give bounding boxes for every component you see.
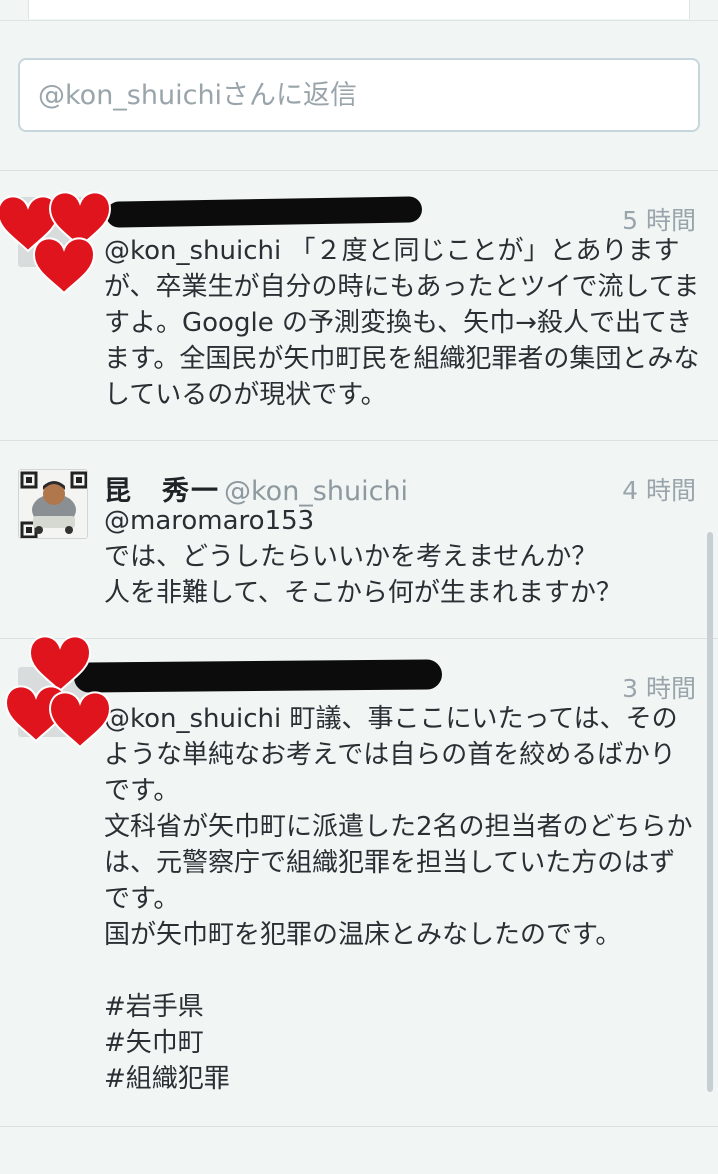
- redaction-mark: [105, 196, 423, 228]
- tweet[interactable]: 昆 秀一 @kon_shuichi 4 時間 @maromaro153 では、どう…: [0, 441, 718, 637]
- timestamp[interactable]: 4 時間: [622, 471, 696, 507]
- timestamp[interactable]: 5 時間: [622, 201, 696, 237]
- tweet-text: @kon_shuichi 町議、事ここにいたっては、そのような単純なお考えでは自…: [104, 704, 693, 1094]
- tweet[interactable]: 3 時間 @kon_shuichi 町議、事ここにいたっては、そのような単純なお…: [0, 635, 718, 1125]
- scrollbar[interactable]: [707, 532, 713, 1092]
- heart-icon: [33, 237, 95, 294]
- tweet-text: @kon_shuichi 「２度と同じことが」とありますが、卒業生が自分の時にも…: [104, 236, 700, 410]
- top-edge: [0, 0, 718, 21]
- tweet-text: @maromaro153 では、どうしたらいいかを考えませんか？ 人を非難して、…: [104, 506, 622, 608]
- previous-content-edge: [28, 0, 690, 19]
- avatar[interactable]: [18, 469, 88, 539]
- heart-stickers: [0, 191, 111, 294]
- reply-input[interactable]: [20, 60, 678, 130]
- timestamp[interactable]: 3 時間: [622, 669, 696, 705]
- tweet[interactable]: 5 時間 @kon_shuichi 「２度と同じことが」とありますが、卒業生が自…: [0, 171, 718, 439]
- avatar-image: [19, 470, 87, 538]
- divider: [0, 1126, 718, 1127]
- reply-box[interactable]: [18, 58, 700, 132]
- heart-icon: [29, 635, 91, 692]
- heart-icon: [49, 691, 111, 748]
- heart-stickers: [5, 635, 111, 748]
